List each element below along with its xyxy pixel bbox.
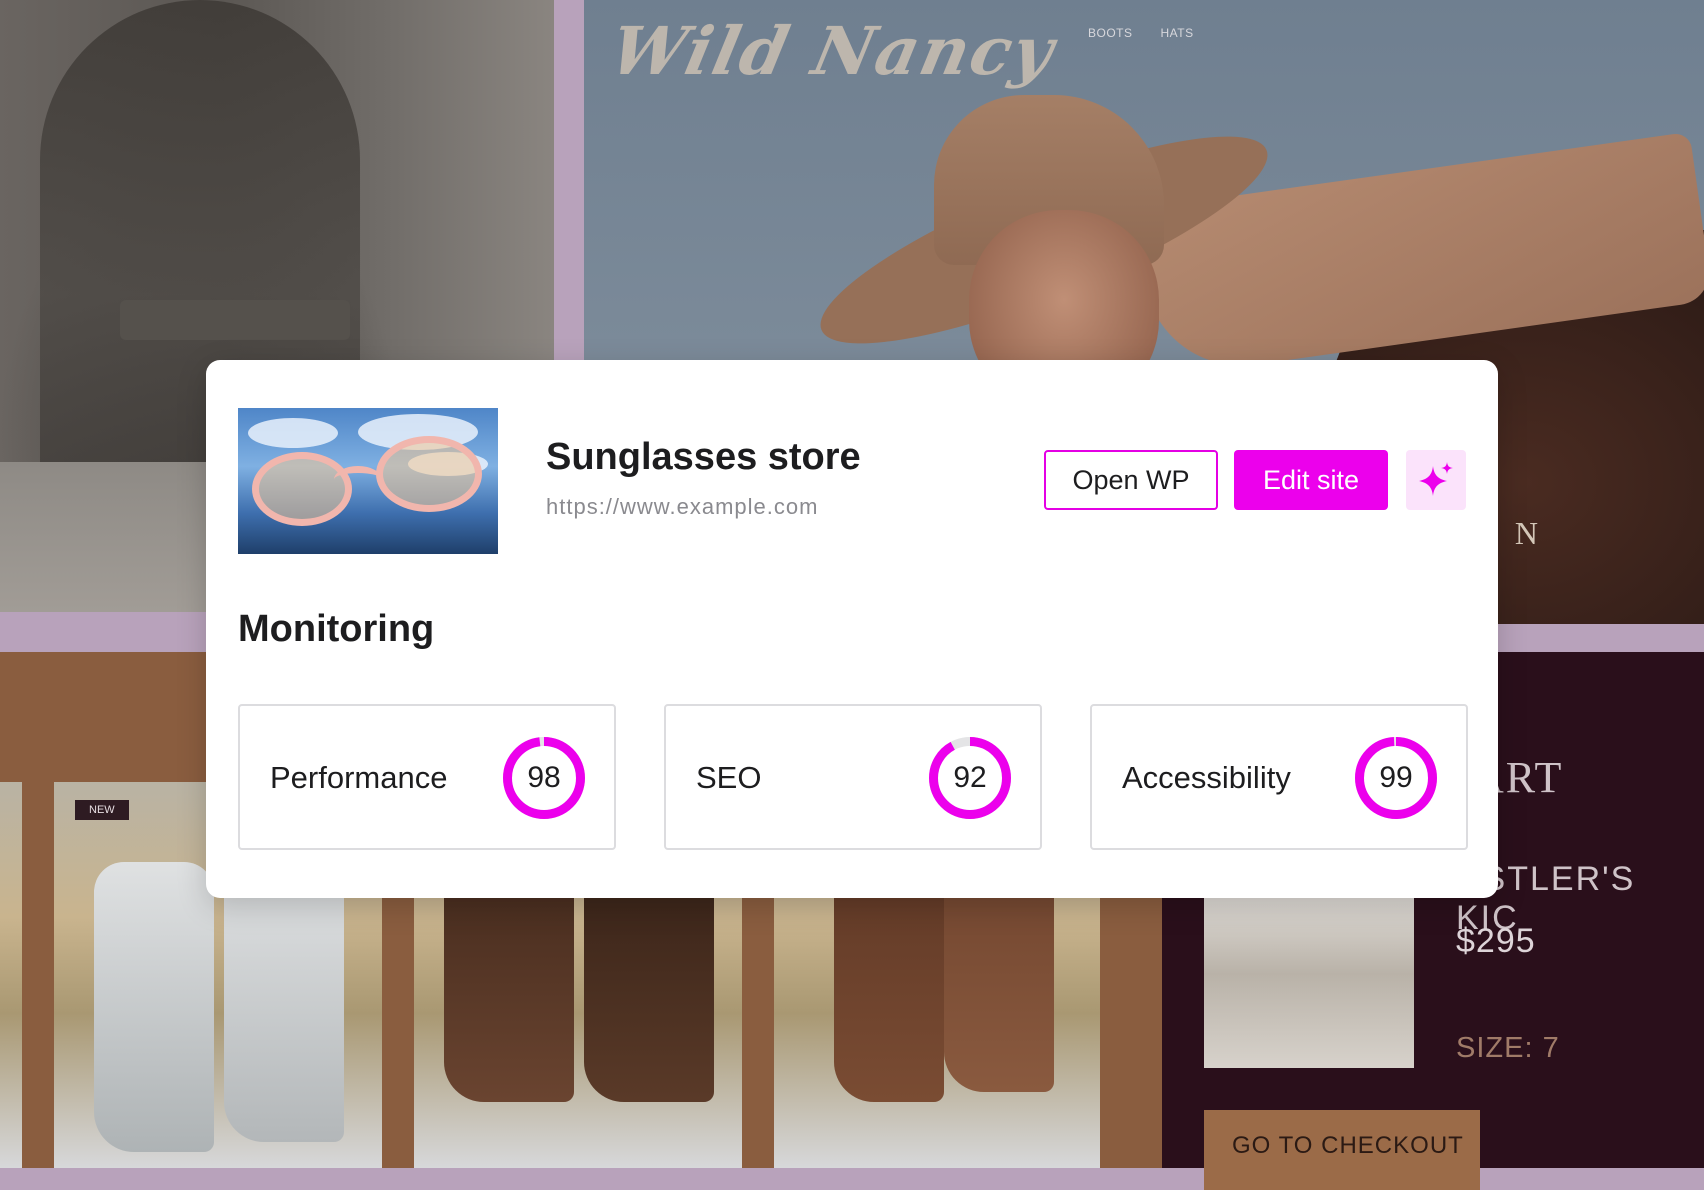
nav-item-hats: HATS bbox=[1160, 26, 1194, 40]
background-bench bbox=[120, 300, 350, 340]
site-title: Sunglasses store bbox=[546, 436, 861, 478]
site-thumbnail[interactable] bbox=[238, 408, 498, 554]
score-value: 92 bbox=[953, 761, 987, 794]
metric-label: Performance bbox=[270, 760, 448, 795]
metric-card-accessibility[interactable]: Accessibility 99 bbox=[1090, 704, 1468, 850]
cart-product-price: $295 bbox=[1456, 922, 1536, 960]
site-url[interactable]: https://www.example.com bbox=[546, 494, 818, 520]
monitoring-heading: Monitoring bbox=[238, 608, 435, 650]
background-boot-photo bbox=[0, 782, 22, 1168]
metric-label: SEO bbox=[696, 760, 762, 795]
ai-assistant-button[interactable] bbox=[1406, 450, 1466, 510]
open-wp-button[interactable]: Open WP bbox=[1044, 450, 1218, 510]
metric-card-seo[interactable]: SEO 92 bbox=[664, 704, 1042, 850]
edit-site-button[interactable]: Edit site bbox=[1234, 450, 1388, 510]
sparkle-icon bbox=[1419, 462, 1453, 496]
metric-card-performance[interactable]: Performance 98 bbox=[238, 704, 616, 850]
site-card: Sunglasses store https://www.example.com… bbox=[206, 360, 1498, 898]
score-value: 98 bbox=[527, 761, 561, 794]
hero-text-fragment: N bbox=[1514, 515, 1540, 551]
background-site-nav: BOOTS HATS bbox=[1088, 26, 1194, 40]
checkout-button[interactable]: GO TO CHECKOUT bbox=[1204, 1110, 1480, 1190]
cart-product-image bbox=[1204, 880, 1414, 1068]
cart-product-size: SIZE: 7 bbox=[1456, 1032, 1560, 1064]
new-badge: NEW bbox=[75, 800, 129, 820]
score-value: 99 bbox=[1379, 761, 1413, 794]
background-site-logo: Wild Nancy bbox=[603, 12, 1063, 90]
metric-label: Accessibility bbox=[1122, 760, 1291, 795]
nav-item-boots: BOOTS bbox=[1088, 26, 1133, 40]
